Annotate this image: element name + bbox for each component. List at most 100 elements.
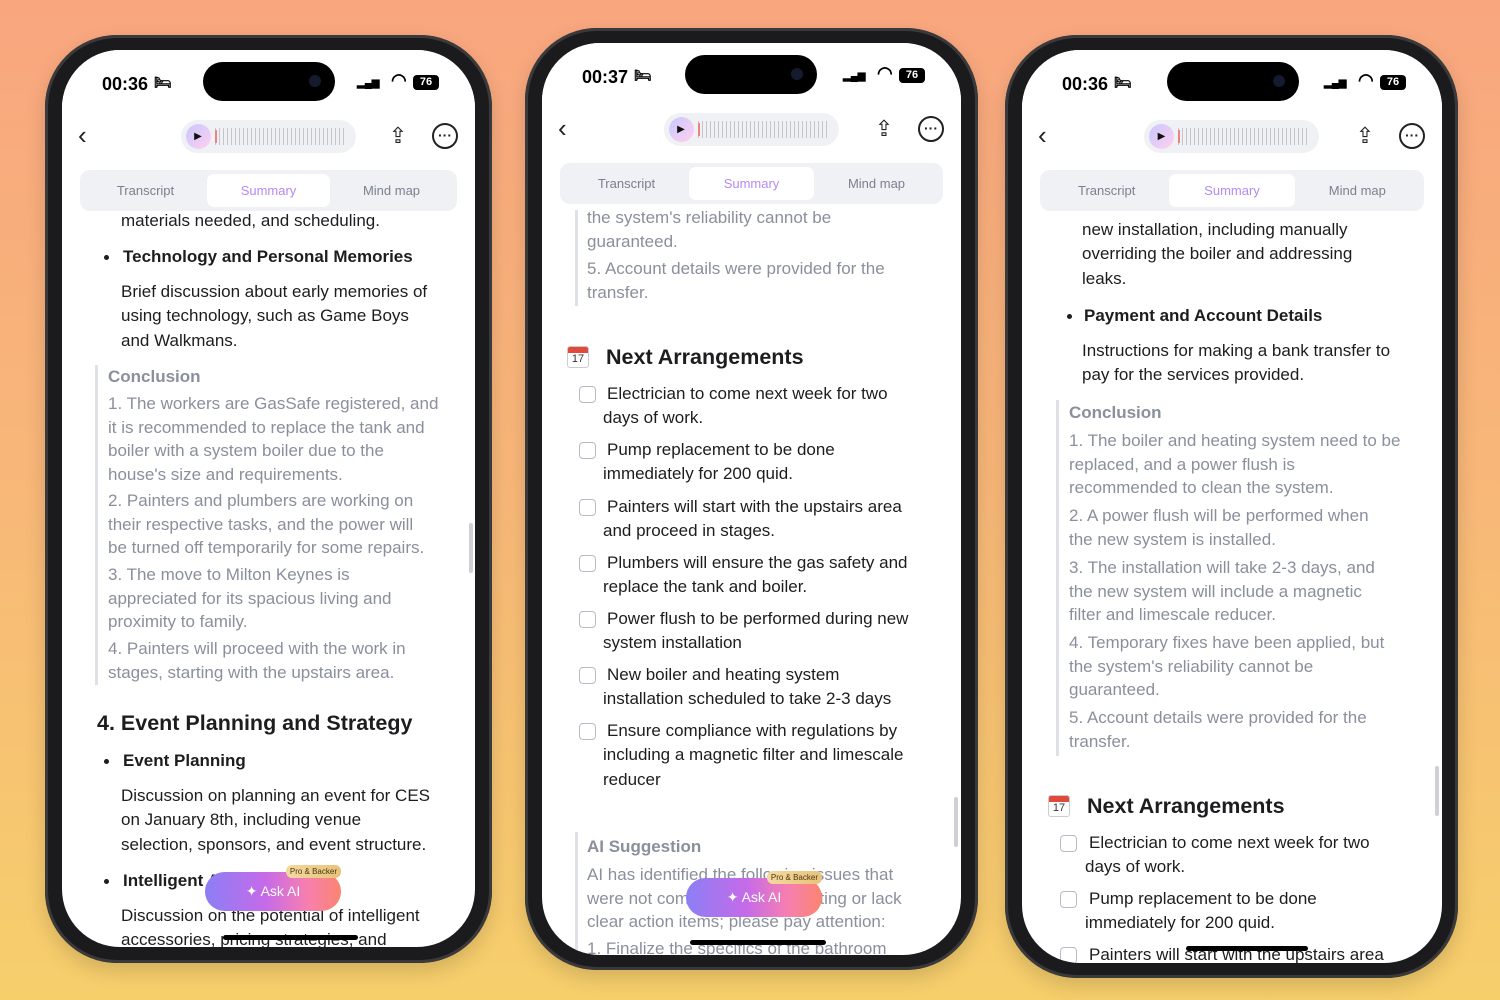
check-line[interactable]: replace the tank and boiler. <box>603 575 807 599</box>
tab-mind-map[interactable]: Mind map <box>330 174 453 207</box>
section-line: 4. Event Planning and Strategy <box>97 711 413 735</box>
quote-line: the new system will include a magnetic <box>1069 581 1362 601</box>
battery-indicator: 76 <box>1380 75 1406 90</box>
checkbox[interactable] <box>579 611 596 628</box>
battery-indicator: 76 <box>899 68 925 83</box>
check-line[interactable]: immediately for 200 quid. <box>603 462 793 486</box>
quote-line: 2. Painters and plumbers are working on <box>108 491 414 510</box>
text-line: pay for the services provided. <box>1082 365 1305 385</box>
checkbox[interactable] <box>579 555 596 572</box>
top-header: 00:37 🛏 ▂▄▆ ◠ 76 ‹ ▶ ⇪ ··· Transcript Summary Mind … <box>542 43 961 204</box>
tab-bar: Transcript Summary Mind map <box>1040 170 1424 211</box>
ask-ai-button[interactable]: ✦ Ask AI Pro & Backer <box>686 871 822 917</box>
check-line[interactable]: Ensure compliance with regulations by <box>607 719 897 743</box>
check-line[interactable]: immediately for 200 quid. <box>1085 911 1275 935</box>
ask-ai-button[interactable]: ✦ Ask AI Pro & Backer <box>205 865 341 911</box>
more-options-icon[interactable]: ··· <box>1399 123 1425 149</box>
play-button[interactable]: ▶ <box>185 124 211 149</box>
audio-player[interactable]: ▶ <box>663 113 839 146</box>
quote-line: transfer. <box>587 282 649 302</box>
scrollbar[interactable] <box>954 797 958 847</box>
check-line[interactable]: Painters will start with the upstairs ar… <box>607 495 902 519</box>
check-line[interactable]: Plumbers will ensure the gas safety and <box>607 551 908 575</box>
scrollbar[interactable] <box>1435 766 1439 816</box>
check-line[interactable]: system installation <box>603 631 742 655</box>
tab-transcript[interactable]: Transcript <box>84 174 207 207</box>
quote-line: their respective tasks, and the power wi… <box>108 514 414 534</box>
home-indicator[interactable] <box>223 935 358 940</box>
text-line: on January 8th, including venue <box>121 810 362 830</box>
quote-line: be turned off temporarily for some repai… <box>108 538 425 558</box>
check-line[interactable]: including a magnetic filter and limescal… <box>603 743 904 767</box>
share-icon[interactable]: ⇪ <box>871 116 897 142</box>
check-line[interactable]: Pump replacement to be done <box>1089 887 1317 911</box>
waveform[interactable] <box>214 128 345 145</box>
scrollbar[interactable] <box>469 523 473 573</box>
checkbox[interactable] <box>579 667 596 684</box>
checkbox[interactable] <box>1060 891 1077 908</box>
check-line[interactable]: reducer <box>603 768 661 792</box>
play-button[interactable]: ▶ <box>668 117 694 142</box>
camera-icon <box>791 68 803 80</box>
check-line[interactable]: Power flush to be performed during new <box>607 607 908 631</box>
text-line: new installation, including manually <box>1082 220 1348 239</box>
back-button[interactable]: ‹ <box>1038 122 1047 148</box>
back-button[interactable]: ‹ <box>78 122 87 148</box>
camera-icon <box>309 75 321 87</box>
cellular-signal-icon: ▂▄▆ <box>1324 78 1347 89</box>
audio-player[interactable]: ▶ <box>180 120 356 153</box>
sparkle-icon: ✦ <box>245 883 261 899</box>
tab-bar: Transcript Summary Mind map <box>80 170 457 211</box>
waveform[interactable] <box>697 121 828 138</box>
quote-line: 5. Account details were provided for the <box>587 259 885 278</box>
waveform[interactable] <box>1178 128 1308 145</box>
quote-line: transfer. <box>1069 731 1131 751</box>
wifi-icon: ◠ <box>877 63 893 83</box>
check-line[interactable]: New boiler and heating system <box>607 663 839 687</box>
pro-backer-badge: Pro & Backer <box>285 865 341 878</box>
checkbox[interactable] <box>1060 947 1077 963</box>
quote-line: boiler with a system boiler due to the <box>108 441 384 461</box>
share-icon[interactable]: ⇪ <box>1352 123 1378 149</box>
share-icon[interactable]: ⇪ <box>385 123 411 149</box>
play-button[interactable]: ▶ <box>1149 124 1174 149</box>
back-button[interactable]: ‹ <box>558 115 567 141</box>
check-line[interactable]: days of work. <box>1085 855 1185 879</box>
audio-player[interactable]: ▶ <box>1144 120 1319 153</box>
quote-bar <box>575 832 578 955</box>
quote-line: guaranteed. <box>1069 680 1160 700</box>
checkbox[interactable] <box>1060 835 1077 852</box>
home-indicator[interactable] <box>1186 946 1308 951</box>
checkbox[interactable] <box>579 723 596 740</box>
check-line[interactable]: Electrician to come next week for two <box>1089 831 1370 855</box>
tab-summary[interactable]: Summary <box>1169 174 1295 207</box>
check-line[interactable]: Pump replacement to be done <box>607 438 835 462</box>
text-line: Instructions for making a bank transfer … <box>1082 341 1391 360</box>
checkbox[interactable] <box>579 386 596 403</box>
tab-transcript[interactable]: Transcript <box>1044 174 1169 207</box>
top-header: 00:36 🛏 ▂▄▆ ◠ 76 ‹ ▶ ⇪ ··· Transcript Summary Mind … <box>1022 50 1442 211</box>
tab-mind-map[interactable]: Mind map <box>1295 174 1420 207</box>
quote-bar <box>95 365 98 685</box>
bullet-line: Event Planning <box>123 751 246 770</box>
quote-line: stages, starting with the upstairs area. <box>108 662 395 682</box>
check-line[interactable]: Electrician to come next week for two <box>607 382 888 406</box>
text-line: Brief discussion about early memories of <box>121 282 428 301</box>
check-line[interactable]: installation scheduled to take 2-3 days <box>603 687 891 711</box>
quote-line: the new system is installed. <box>1069 529 1276 549</box>
checkbox[interactable] <box>579 499 596 516</box>
more-options-icon[interactable]: ··· <box>432 123 458 149</box>
quote-line: 4. Painters will proceed with the work i… <box>108 639 406 658</box>
check-line[interactable]: days of work. <box>603 406 703 430</box>
more-options-icon[interactable]: ··· <box>918 116 944 142</box>
bullet-line: Payment and Account Details <box>1084 306 1323 325</box>
home-indicator[interactable] <box>690 940 826 945</box>
tab-summary[interactable]: Summary <box>207 174 330 207</box>
check-line[interactable]: and proceed in stages. <box>603 519 775 543</box>
status-time: 00:37 <box>582 67 629 87</box>
checkbox[interactable] <box>579 442 596 459</box>
tab-transcript[interactable]: Transcript <box>564 167 689 200</box>
tab-summary[interactable]: Summary <box>689 167 814 200</box>
camera-icon <box>1273 75 1285 87</box>
tab-mind-map[interactable]: Mind map <box>814 167 939 200</box>
